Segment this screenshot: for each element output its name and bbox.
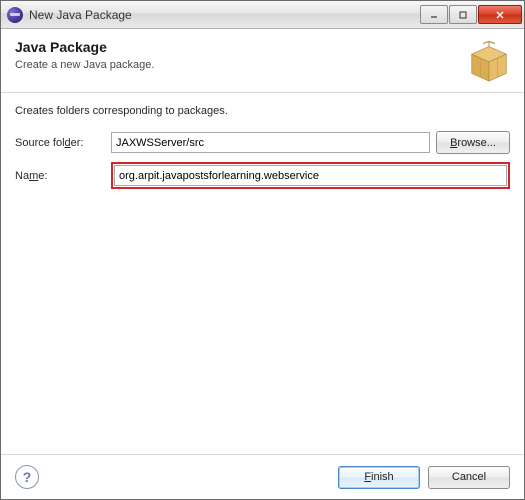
instruction-text: Creates folders corresponding to package… xyxy=(15,105,510,117)
help-button[interactable]: ? xyxy=(15,465,39,489)
close-button[interactable] xyxy=(478,5,522,24)
source-folder-input[interactable] xyxy=(111,132,430,153)
name-input[interactable] xyxy=(114,165,507,186)
finish-button[interactable]: Finish xyxy=(338,466,420,489)
window-title: New Java Package xyxy=(29,8,420,22)
source-folder-row: Source folder: Browse... xyxy=(15,131,510,154)
maximize-button[interactable] xyxy=(449,5,477,24)
dialog-footer: ? Finish Cancel xyxy=(1,454,524,499)
name-row: Name: xyxy=(15,162,510,189)
dialog-header: Java Package Create a new Java package. xyxy=(1,29,524,93)
name-highlight xyxy=(111,162,510,189)
source-folder-label: Source folder: xyxy=(15,137,105,149)
browse-button[interactable]: Browse... xyxy=(436,131,510,154)
titlebar[interactable]: New Java Package xyxy=(1,1,524,29)
page-title: Java Package xyxy=(15,39,510,55)
footer-actions: Finish Cancel xyxy=(338,466,510,489)
dialog-window: New Java Package Java Package Create a n… xyxy=(0,0,525,500)
eclipse-icon xyxy=(7,7,23,23)
page-subtitle: Create a new Java package. xyxy=(15,59,510,71)
cancel-button[interactable]: Cancel xyxy=(428,466,510,489)
window-controls xyxy=(420,5,522,24)
name-label: Name: xyxy=(15,170,105,182)
package-icon xyxy=(466,37,512,83)
minimize-button[interactable] xyxy=(420,5,448,24)
dialog-body: Creates folders corresponding to package… xyxy=(1,93,524,454)
